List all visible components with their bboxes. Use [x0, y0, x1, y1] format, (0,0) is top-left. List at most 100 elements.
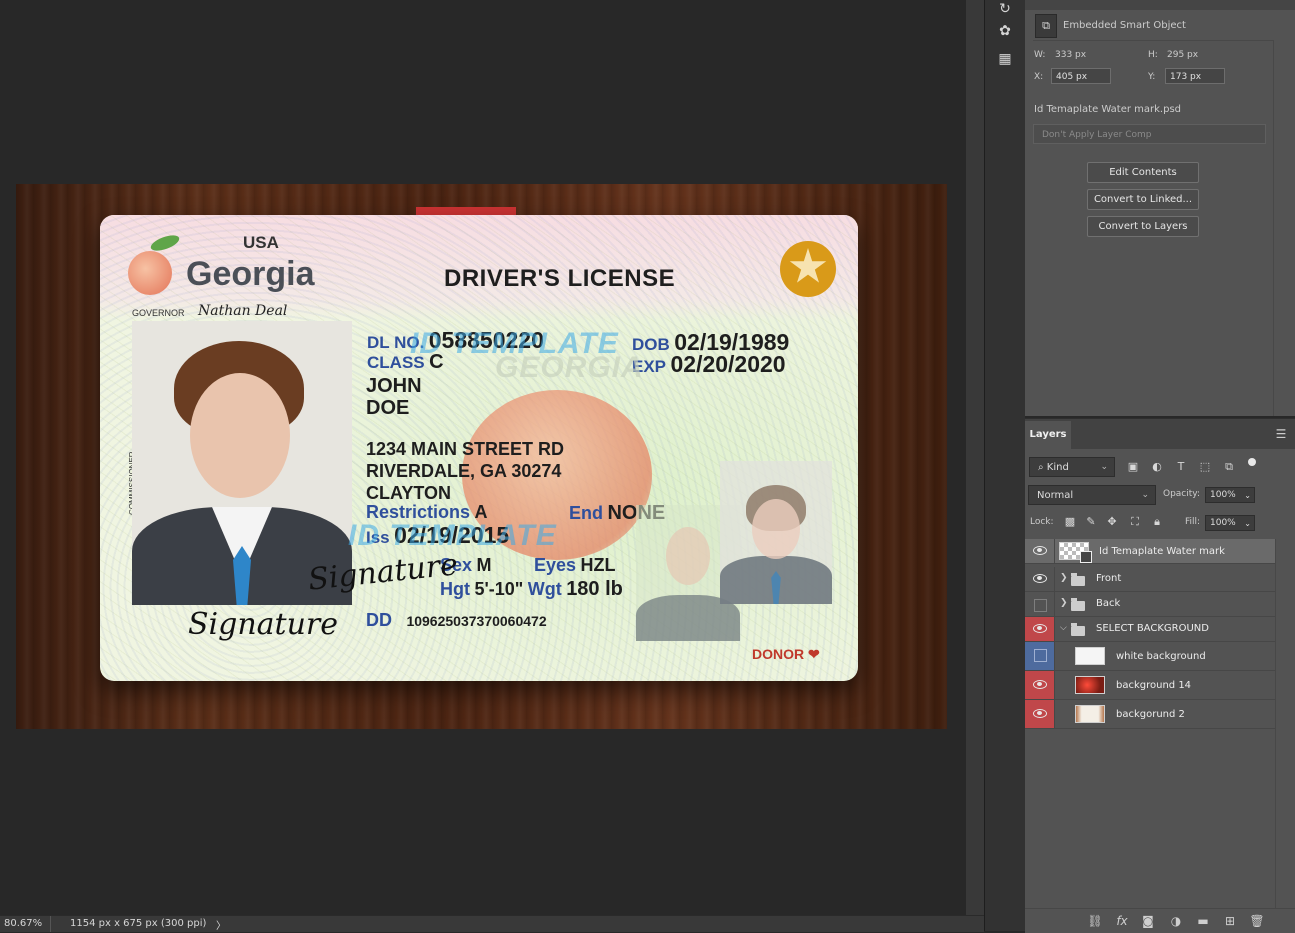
- swatches-grid-icon[interactable]: ▦: [995, 50, 1015, 68]
- visibility-toggle[interactable]: [1025, 642, 1055, 670]
- visibility-toggle[interactable]: [1025, 567, 1055, 591]
- license-country: USA: [243, 233, 279, 252]
- address-line1: 1234 MAIN STREET RD: [366, 439, 565, 459]
- layer-filter-select[interactable]: ⌕ Kind ⌄: [1029, 457, 1115, 477]
- pixel-filter-icon[interactable]: ▣: [1126, 460, 1140, 474]
- add-mask-icon[interactable]: ◙: [1140, 913, 1156, 929]
- smart-object-filter-icon[interactable]: ⧉: [1222, 460, 1236, 474]
- new-layer-icon[interactable]: ⊞: [1222, 913, 1238, 929]
- opacity-field[interactable]: 100% ⌄: [1205, 487, 1255, 503]
- canvas-scrollbar[interactable]: [966, 0, 984, 915]
- lock-all-icon[interactable]: 🔒︎: [1150, 515, 1164, 529]
- lock-transparency-icon[interactable]: ▩: [1063, 515, 1077, 529]
- status-bar: 80.67% 1154 px x 675 px (300 ppi) 〉: [0, 915, 984, 932]
- county: CLAYTON: [366, 483, 452, 503]
- signature: Signature: [188, 607, 339, 642]
- filter-toggle-icon[interactable]: [1248, 458, 1256, 466]
- zoom-level[interactable]: 80.67%: [4, 918, 42, 929]
- trash-icon[interactable]: 🗑︎: [1249, 913, 1265, 929]
- layer-name: Id Temaplate Water mark: [1099, 546, 1225, 557]
- adjustment-layer-icon[interactable]: ◑: [1168, 913, 1184, 929]
- properties-scrollbar[interactable]: [1273, 40, 1295, 416]
- link-layers-icon[interactable]: ⛓: [1087, 913, 1103, 929]
- visibility-toggle[interactable]: [1025, 592, 1055, 616]
- visibility-toggle[interactable]: [1025, 700, 1055, 728]
- layer-name: backgorund 2: [1116, 709, 1185, 720]
- chevron-down-icon: ⌄: [1141, 490, 1149, 500]
- layer-name: Back: [1096, 598, 1121, 609]
- new-group-icon[interactable]: ▬: [1195, 913, 1211, 929]
- address-line2: RIVERDALE, GA 30274: [366, 461, 562, 481]
- eye-hidden-icon: [1034, 649, 1047, 662]
- watermark-state: GEORGIA: [495, 351, 644, 384]
- layer-row-white-background[interactable]: white background: [1025, 642, 1275, 671]
- layer-row-back[interactable]: ❯ Back: [1025, 592, 1275, 617]
- layer-comp-dropdown[interactable]: Don't Apply Layer Comp: [1033, 124, 1266, 144]
- license-title: DRIVER'S LICENSE: [444, 265, 676, 292]
- eye-icon: [1033, 709, 1047, 718]
- visibility-toggle[interactable]: [1025, 671, 1055, 699]
- ghost-photo: [720, 461, 832, 604]
- chevron-down-icon: ⌄: [1244, 491, 1251, 500]
- fx-icon[interactable]: fx: [1114, 913, 1130, 929]
- hgt-row: Hgt 5'-10" Wgt 180 lb: [440, 578, 623, 601]
- last-name: DOE: [366, 397, 410, 419]
- eye-icon: [1033, 546, 1047, 555]
- convert-to-linked-button[interactable]: Convert to Linked...: [1087, 189, 1199, 210]
- visibility-toggle[interactable]: [1025, 617, 1055, 641]
- eye-icon: [1033, 574, 1047, 583]
- status-menu-arrow[interactable]: 〉: [216, 917, 226, 932]
- eye-icon: [1033, 624, 1047, 633]
- lock-pixels-icon[interactable]: ✎: [1084, 515, 1098, 529]
- lock-artboard-icon[interactable]: ⛶: [1128, 515, 1142, 529]
- lock-position-icon[interactable]: ✥: [1105, 515, 1119, 529]
- donor-label: DONOR: [752, 646, 805, 662]
- layer-name: white background: [1116, 651, 1206, 662]
- type-filter-icon[interactable]: T: [1174, 460, 1188, 474]
- y-label: Y:: [1148, 72, 1156, 82]
- history-icon[interactable]: ↻: [995, 0, 1015, 18]
- chevron-down-icon: ⌄: [1244, 519, 1251, 528]
- width-label: W:: [1034, 50, 1046, 60]
- layer-row-backgorund-2[interactable]: backgorund 2: [1025, 700, 1275, 729]
- edit-contents-button[interactable]: Edit Contents: [1087, 162, 1199, 183]
- y-position-field[interactable]: 173 px: [1165, 68, 1225, 84]
- layer-row-select-background[interactable]: ⌵ SELECT BACKGROUND: [1025, 617, 1275, 642]
- x-position-field[interactable]: 405 px: [1051, 68, 1111, 84]
- adjustment-filter-icon[interactable]: ◐: [1150, 460, 1164, 474]
- props-divider: [1033, 40, 1273, 41]
- visibility-toggle[interactable]: [1025, 539, 1055, 563]
- eye-hidden-icon: [1034, 599, 1047, 612]
- layer-row-id-template-water-mark[interactable]: Id Temaplate Water mark: [1025, 539, 1275, 564]
- sex-value: M: [476, 555, 492, 575]
- document-canvas[interactable]: USA Georgia GOVERNOR Nathan Deal DRIVER'…: [16, 184, 947, 729]
- dd-value: 10962503737006047​2: [406, 613, 547, 629]
- properties-tab-strip: [1025, 0, 1295, 10]
- wgt-value: 180 lb: [566, 578, 623, 600]
- layer-row-front[interactable]: ❯ Front: [1025, 567, 1275, 592]
- shape-filter-icon[interactable]: ⬚: [1198, 460, 1212, 474]
- color-palette-icon[interactable]: ✿: [995, 22, 1015, 40]
- layers-scrollbar[interactable]: [1275, 539, 1295, 908]
- folder-icon: [1071, 598, 1085, 611]
- smart-object-icon: ⧉: [1035, 14, 1057, 38]
- panel-menu-icon[interactable]: ☰: [1273, 427, 1289, 441]
- panel-icon-strip: ↻ ✿ ▦: [984, 0, 1025, 931]
- chevron-right-icon[interactable]: ❯: [1060, 598, 1068, 608]
- tab-layers[interactable]: Layers: [1025, 421, 1071, 449]
- fill-field[interactable]: 100% ⌄: [1205, 515, 1255, 531]
- smart-object-filename: Id Temaplate Water mark.psd: [1034, 104, 1182, 115]
- filter-kind-value: Kind: [1046, 462, 1069, 473]
- chevron-down-icon[interactable]: ⌵: [1060, 623, 1067, 633]
- heart-icon: ❤: [808, 646, 820, 662]
- layer-thumbnail: [1075, 705, 1105, 723]
- eyes-label: Eyes: [534, 555, 577, 575]
- chevron-right-icon[interactable]: ❯: [1060, 573, 1068, 583]
- layer-row-background-14[interactable]: background 14: [1025, 671, 1275, 700]
- blend-mode-select[interactable]: Normal ⌄: [1028, 485, 1156, 505]
- properties-panel: ⧉ Embedded Smart Object W: 333 px H: 295…: [1025, 0, 1295, 416]
- layers-panel: Layers ☰ ⌕ Kind ⌄ ▣ ◐ T ⬚ ⧉ Normal ⌄ Opa…: [1025, 418, 1295, 933]
- layer-thumbnail: [1075, 676, 1105, 694]
- convert-to-layers-button[interactable]: Convert to Layers: [1087, 216, 1199, 237]
- wgt-label: Wgt: [527, 579, 562, 599]
